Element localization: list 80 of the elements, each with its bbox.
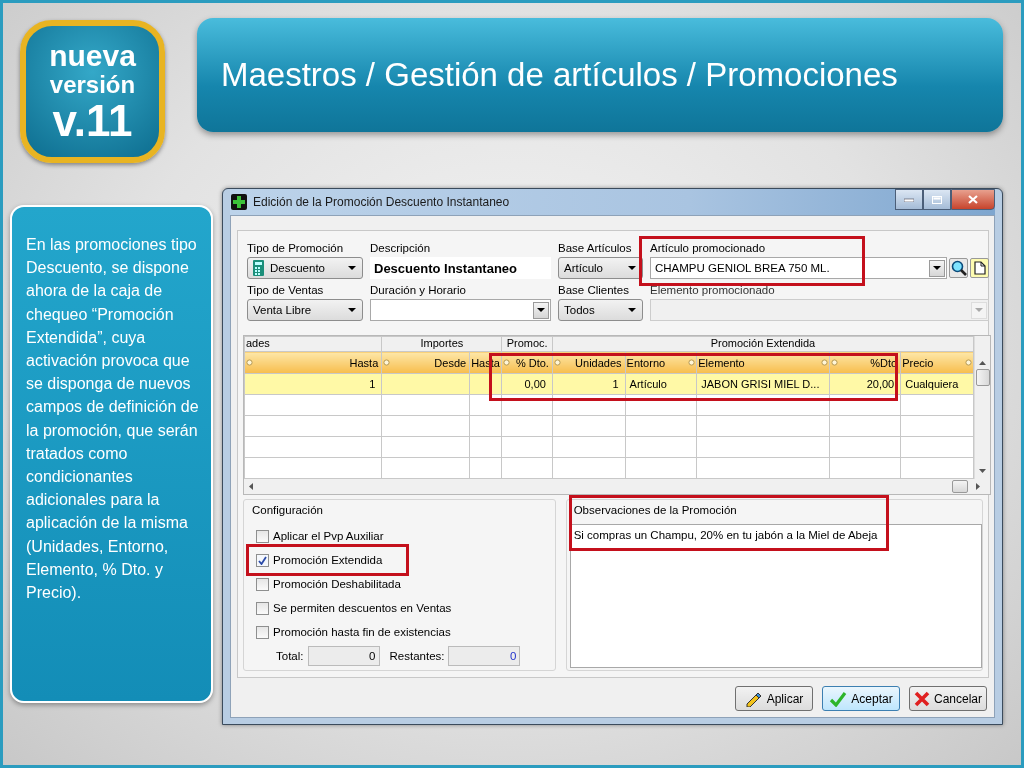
checkbox[interactable] [256, 529, 269, 543]
accept-button[interactable]: Aceptar [822, 686, 900, 711]
field-label: Elemento promocionado [650, 283, 776, 297]
group-label: Observaciones de la Promoción [572, 503, 738, 518]
caret-icon [933, 266, 941, 270]
field-label: Duración y Horario [370, 283, 467, 297]
checkbox[interactable] [256, 577, 269, 591]
scroll-thumb[interactable] [952, 480, 968, 493]
number-field: 0 [307, 646, 380, 666]
checkbox-label[interactable]: Promoción Deshabilitada [273, 578, 401, 590]
document-icon [973, 261, 986, 275]
table-row[interactable]: 1 0,00 1 Artículo JABON GRISI MIEL D... 20,00 Cualquiera [244, 373, 974, 395]
vertical-scrollbar[interactable] [974, 336, 990, 479]
field-label: Descripción [370, 241, 432, 255]
checkbox-label[interactable]: Promoción Extendida [273, 554, 383, 566]
field-label: Restantes: [389, 650, 445, 662]
maximize-icon [932, 195, 942, 204]
close-button[interactable] [951, 189, 995, 210]
slide-title: Maestros / Gestión de artículos / Promociones [221, 56, 898, 94]
table-cell: 1 [244, 373, 382, 395]
group-label: Configuración [252, 503, 324, 518]
field-label: Tipo de Promoción [247, 241, 345, 255]
column-group-header: ades [244, 336, 382, 352]
minimize-icon [904, 197, 914, 202]
checkbox-label[interactable]: Aplicar el Pvp Auxiliar [273, 530, 384, 542]
search-button[interactable] [949, 258, 968, 278]
window-title: Edición de la Promoción Descuento Instantaneo [253, 195, 510, 209]
checkbox-label[interactable]: Se permiten descuentos en Ventas [273, 602, 452, 614]
combo-field[interactable] [370, 299, 551, 321]
maximize-button[interactable] [923, 189, 951, 210]
close-icon [968, 195, 978, 204]
column-group-header: Importes [381, 336, 502, 352]
field-label: Base Clientes [558, 283, 630, 297]
check-icon [258, 555, 267, 565]
number-field: 0 [448, 646, 521, 666]
right-arrow-icon [976, 483, 980, 490]
field-label: Tipo de Ventas [247, 283, 325, 297]
pencil-icon [744, 690, 763, 707]
dropdown[interactable]: Descuento [247, 257, 363, 279]
checkbox[interactable] [256, 553, 269, 567]
dropdown[interactable]: Artículo [558, 257, 643, 279]
caret-icon [975, 308, 983, 312]
caret-icon [348, 308, 356, 312]
cross-icon [914, 690, 930, 707]
checkmark-icon [829, 690, 848, 707]
field-label: Total: [276, 650, 304, 662]
checkbox[interactable] [256, 601, 269, 615]
apply-button[interactable]: Aplicar [735, 686, 813, 711]
logo-text: nueva [49, 40, 136, 71]
caret-icon [348, 266, 356, 270]
search-icon [950, 260, 967, 276]
app-icon [231, 194, 247, 210]
text-area[interactable]: Si compras un Champu, 20% en tu jabón a la Miel de Abeja [569, 524, 982, 668]
caret-icon [628, 266, 636, 270]
dropdown-button[interactable] [533, 301, 549, 319]
cancel-button[interactable]: Cancelar [909, 686, 987, 711]
column-group-header: Promoc. [501, 336, 553, 352]
caret-icon [628, 308, 636, 312]
dropdown[interactable]: Todos [558, 299, 643, 321]
scroll-thumb[interactable] [975, 369, 990, 386]
caret-icon [537, 308, 545, 312]
horizontal-scrollbar[interactable] [244, 479, 990, 494]
new-button[interactable] [970, 258, 989, 278]
logo-text: v.11 [52, 98, 133, 143]
combo-field[interactable]: CHAMPU GENIOL BREA 750 ML. [650, 257, 947, 279]
up-arrow-icon [979, 361, 986, 365]
column-header[interactable]: Hasta [244, 351, 382, 374]
field-label: Base Artículos [558, 241, 633, 255]
dropdown-button[interactable] [929, 259, 945, 277]
field-label: Artículo promocionado [650, 241, 767, 255]
checkbox[interactable] [256, 625, 269, 639]
column-group-header: Promoción Extendida [552, 336, 974, 352]
dropdown[interactable]: Venta Libre [247, 299, 363, 321]
down-arrow-icon [979, 469, 986, 473]
left-arrow-icon [249, 483, 253, 490]
text-field[interactable]: Descuento Instantaneo [370, 257, 551, 279]
minimize-button[interactable] [895, 189, 923, 210]
note-text: En las promociones tipo Descuento, se dispone ahora de la caja de chequeo “Promoción Extendida”, cuya activación provoca que se disponga de nuevos campos de definición de la promoción, que serán tratados como condicionantes adicionales para la aplicación de la misma (Unidades, Entorno, Elemento, % Dto. y Precio). [26, 235, 200, 604]
logo-text: versión [49, 72, 136, 97]
checkbox-label[interactable]: Promoción hasta fin de existencias [273, 626, 451, 638]
